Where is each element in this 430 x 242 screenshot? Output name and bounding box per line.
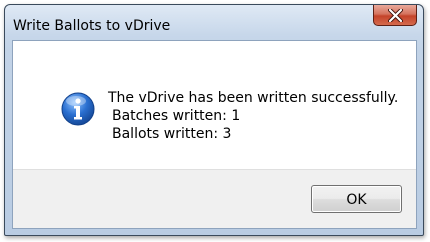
close-button[interactable] [373, 5, 417, 26]
dialog-window: Write Ballots to vDrive The vDrive has b… [4, 4, 424, 236]
ok-button[interactable]: OK [311, 185, 402, 213]
message-area: The vDrive has been written successfully… [13, 41, 416, 169]
message-line-success: The vDrive has been written successfully… [108, 90, 399, 106]
information-icon [61, 92, 95, 126]
close-x-icon [388, 9, 403, 22]
message-line-batches: Batches written: 1 [112, 108, 241, 124]
message-line-ballots: Ballots written: 3 [112, 126, 232, 142]
window-title: Write Ballots to vDrive [13, 18, 171, 34]
dialog-body: The vDrive has been written successfully… [12, 40, 417, 229]
button-bar: OK [13, 169, 416, 228]
message-text: The vDrive has been written successfully… [108, 89, 398, 143]
